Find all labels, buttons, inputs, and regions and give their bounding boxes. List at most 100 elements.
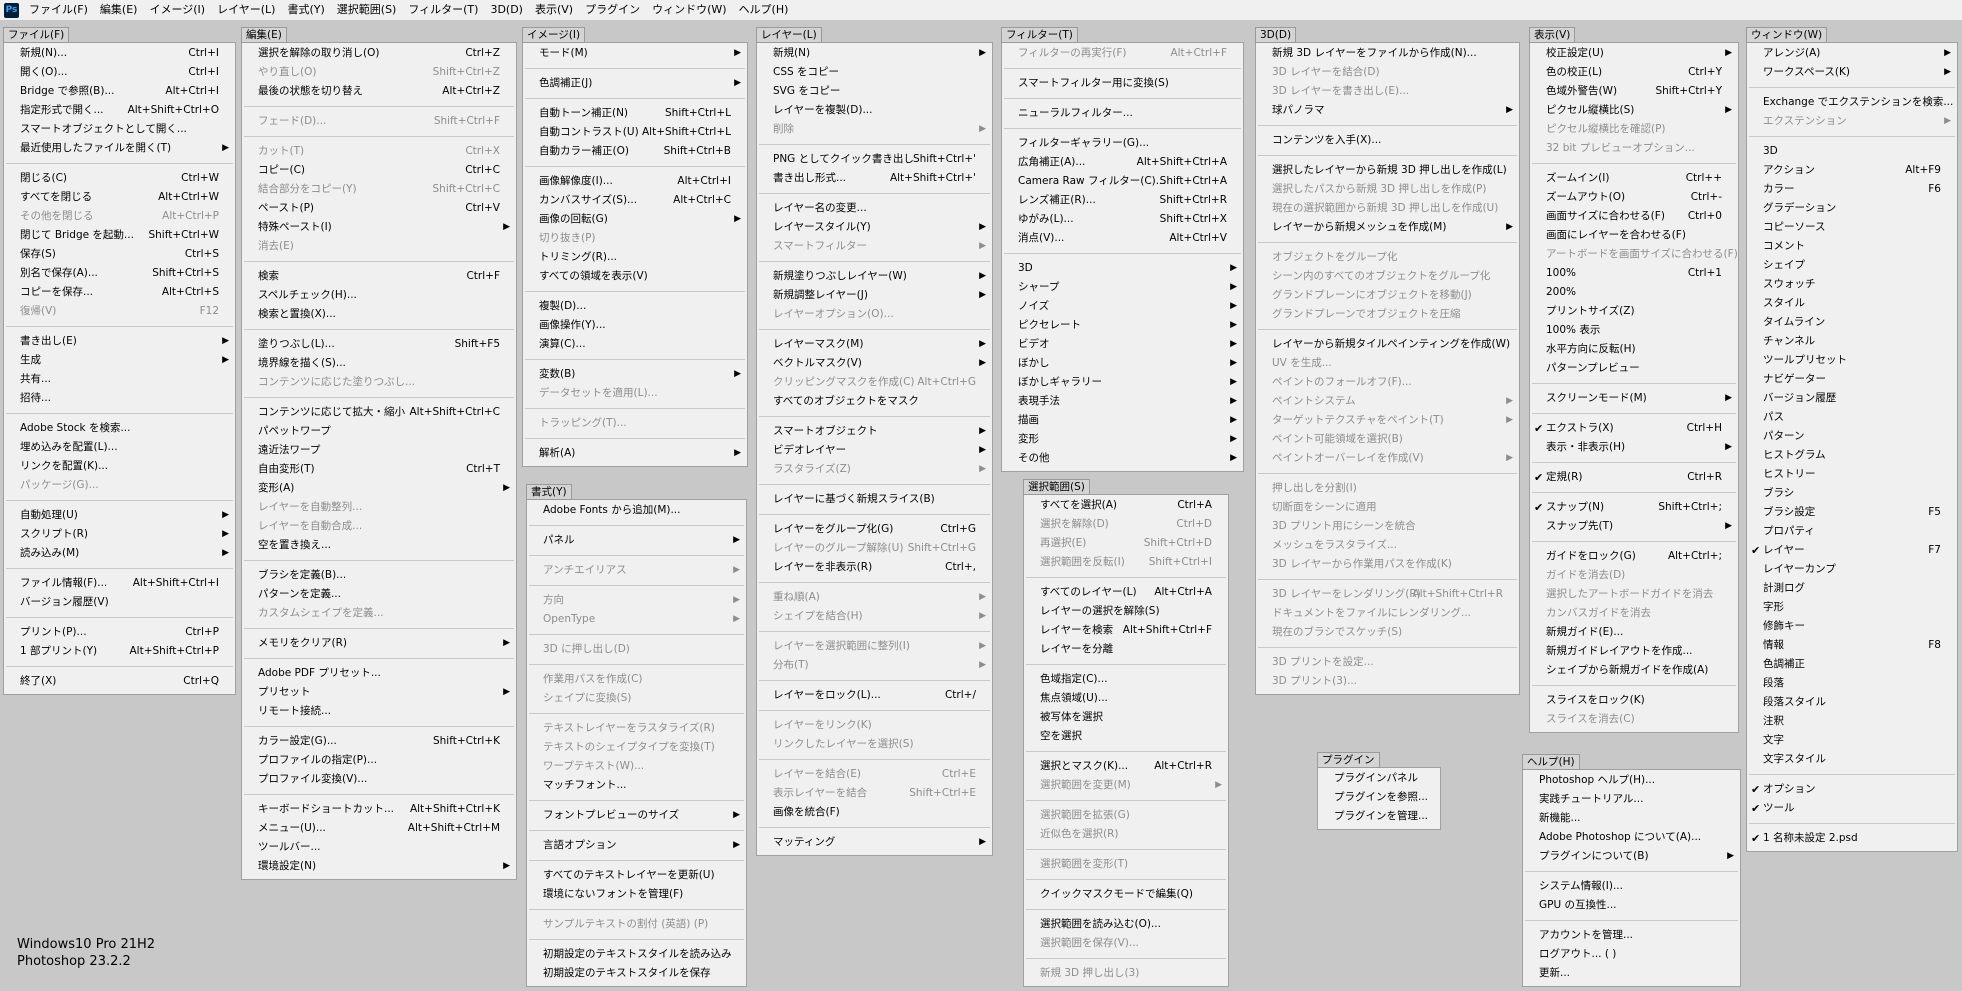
menu-item[interactable]: 新規塗りつぶしレイヤー(W) ▶ bbox=[757, 267, 992, 286]
menu-item[interactable]: プリセット ▶ bbox=[242, 683, 516, 702]
menu-item[interactable]: パペットワープ bbox=[242, 422, 516, 441]
menu-item[interactable]: レイヤーをロック(L)... Ctrl+/ bbox=[757, 686, 992, 705]
menu-item[interactable]: すべての領域を表示(V) bbox=[523, 267, 747, 286]
menu-item[interactable]: グラデーション bbox=[1747, 199, 1957, 218]
menu-item[interactable]: 環境設定(N) ▶ bbox=[242, 857, 516, 876]
menu-title[interactable]: 編集(E) bbox=[241, 27, 287, 43]
menubar-view[interactable]: 表示(V) bbox=[529, 0, 579, 20]
menu-item[interactable]: 選択したレイヤーから新規 3D 押し出しを作成(L) bbox=[1256, 161, 1519, 180]
menubar-filter[interactable]: フィルター(T) bbox=[402, 0, 484, 20]
menu-item[interactable]: 3D ▶ bbox=[1002, 259, 1243, 278]
menu-item[interactable]: ヒストリー bbox=[1747, 465, 1957, 484]
menu-item[interactable]: 共有... bbox=[4, 370, 235, 389]
menu-title[interactable]: 選択範囲(S) bbox=[1023, 479, 1090, 495]
menu-item[interactable]: ピクセル縦横比(S) ▶ bbox=[1530, 101, 1738, 120]
menu-item[interactable]: 表示・非表示(H) ▶ bbox=[1530, 438, 1738, 457]
menu-item[interactable]: バージョン履歴(V) bbox=[4, 593, 235, 612]
menu-item[interactable]: 画像の回転(G) ▶ bbox=[523, 210, 747, 229]
menu-item[interactable]: 塗りつぶし(L)... Shift+F5 bbox=[242, 335, 516, 354]
menu-item[interactable]: パターンプレビュー bbox=[1530, 359, 1738, 378]
menu-item[interactable]: ブラシ bbox=[1747, 484, 1957, 503]
menu-item[interactable]: Adobe PDF プリセット... bbox=[242, 664, 516, 683]
menu-item[interactable]: 埋め込みを配置(L)... bbox=[4, 438, 235, 457]
menu-item[interactable]: レイヤーから新規タイルペインティングを作成(W) bbox=[1256, 335, 1519, 354]
menu-item[interactable]: 実践チュートリアル... bbox=[1523, 790, 1740, 809]
menu-item[interactable]: 閉じて Bridge を起動... Shift+Ctrl+W bbox=[4, 226, 235, 245]
menu-item[interactable]: 空を置き換え... bbox=[242, 536, 516, 555]
menu-item[interactable]: シャープ ▶ bbox=[1002, 278, 1243, 297]
menu-item[interactable]: 更新... bbox=[1523, 964, 1740, 983]
menu-title[interactable]: 3D(D) bbox=[1255, 27, 1297, 43]
menu-item[interactable]: プリントサイズ(Z) bbox=[1530, 302, 1738, 321]
menu-item[interactable]: 新機能... bbox=[1523, 809, 1740, 828]
menu-item[interactable]: ログアウト... ( ) bbox=[1523, 945, 1740, 964]
menu-item[interactable]: 注釈 bbox=[1747, 712, 1957, 731]
menu-item[interactable]: プリント(P)... Ctrl+P bbox=[4, 623, 235, 642]
menu-item[interactable]: 表現手法 ▶ bbox=[1002, 392, 1243, 411]
menu-item[interactable]: カラー F6 bbox=[1747, 180, 1957, 199]
menu-item[interactable]: 色域外警告(W) Shift+Ctrl+Y bbox=[1530, 82, 1738, 101]
menubar-window[interactable]: ウィンドウ(W) bbox=[646, 0, 732, 20]
menu-item[interactable]: 変形(A) ▶ bbox=[242, 479, 516, 498]
menu-item[interactable]: リンクを配置(K)... bbox=[4, 457, 235, 476]
menu-item[interactable]: マッチフォント... bbox=[527, 776, 746, 795]
menubar-help[interactable]: ヘルプ(H) bbox=[733, 0, 795, 20]
menu-item[interactable]: 初期設定のテキストスタイルを読み込み bbox=[527, 945, 746, 964]
menu-item[interactable]: フィルターギャラリー(G)... bbox=[1002, 134, 1243, 153]
menu-item[interactable]: プラグインを管理... bbox=[1318, 807, 1440, 826]
menu-item[interactable]: ペースト(P) Ctrl+V bbox=[242, 199, 516, 218]
menu-item[interactable]: 解析(A) ▶ bbox=[523, 444, 747, 463]
menu-item[interactable]: Camera Raw フィルター(C)... Shift+Ctrl+A bbox=[1002, 172, 1243, 191]
menu-item[interactable]: パターンを定義... bbox=[242, 585, 516, 604]
menu-item[interactable]: 色の校正(L) Ctrl+Y bbox=[1530, 63, 1738, 82]
menu-item[interactable]: 3D bbox=[1747, 142, 1957, 161]
menu-item[interactable]: PNG としてクイック書き出し Shift+Ctrl+' bbox=[757, 150, 992, 169]
menu-item[interactable]: ピクセレート ▶ bbox=[1002, 316, 1243, 335]
menu-item[interactable]: 招待... bbox=[4, 389, 235, 408]
menu-item[interactable]: 文字 bbox=[1747, 731, 1957, 750]
menu-item[interactable]: Bridge で参照(B)... Alt+Ctrl+I bbox=[4, 82, 235, 101]
menu-item[interactable]: 指定形式で開く... Alt+Shift+Ctrl+O bbox=[4, 101, 235, 120]
menu-item[interactable]: ✔ レイヤー F7 bbox=[1747, 541, 1957, 560]
menu-item[interactable]: 色調補正(J) ▶ bbox=[523, 74, 747, 93]
menu-item[interactable]: コピーソース bbox=[1747, 218, 1957, 237]
menu-item[interactable]: プロファイルの指定(P)... bbox=[242, 751, 516, 770]
menu-item[interactable]: リモート接続... bbox=[242, 702, 516, 721]
menu-item[interactable]: すべてのレイヤー(L) Alt+Ctrl+A bbox=[1024, 583, 1228, 602]
menu-item[interactable]: トリミング(R)... bbox=[523, 248, 747, 267]
menu-item[interactable]: すべてのオブジェクトをマスク bbox=[757, 392, 992, 411]
menu-item[interactable]: コンテンツに応じて拡大・縮小 Alt+Shift+Ctrl+C bbox=[242, 403, 516, 422]
menu-item[interactable]: 色域指定(C)... bbox=[1024, 670, 1228, 689]
menu-item[interactable]: ✔ エクストラ(X) Ctrl+H bbox=[1530, 419, 1738, 438]
menu-item[interactable]: スクリプト(R) ▶ bbox=[4, 525, 235, 544]
menu-item[interactable]: 100% 表示 bbox=[1530, 321, 1738, 340]
menu-item[interactable]: ガイドをロック(G) Alt+Ctrl+; bbox=[1530, 547, 1738, 566]
menu-item[interactable]: すべてを選択(A) Ctrl+A bbox=[1024, 496, 1228, 515]
menu-item[interactable]: ✔ ツール bbox=[1747, 799, 1957, 818]
menu-item[interactable]: 書き出し形式... Alt+Shift+Ctrl+' bbox=[757, 169, 992, 188]
menu-item[interactable]: 球パノラマ ▶ bbox=[1256, 101, 1519, 120]
menubar-select[interactable]: 選択範囲(S) bbox=[331, 0, 403, 20]
menu-item[interactable]: レイヤーから新規メッシュを作成(M) ▶ bbox=[1256, 218, 1519, 237]
menu-item[interactable]: 情報 F8 bbox=[1747, 636, 1957, 655]
menu-title[interactable]: プラグイン bbox=[1317, 752, 1380, 768]
menu-item[interactable]: 被写体を選択 bbox=[1024, 708, 1228, 727]
menu-item[interactable]: ツールプリセット bbox=[1747, 351, 1957, 370]
menu-item[interactable]: 生成 ▶ bbox=[4, 351, 235, 370]
menu-item[interactable]: 画像操作(Y)... bbox=[523, 316, 747, 335]
menu-item[interactable]: 最後の状態を切り替え Alt+Ctrl+Z bbox=[242, 82, 516, 101]
menu-item[interactable]: ✔ 1 名称未設定 2.psd bbox=[1747, 829, 1957, 848]
menu-item[interactable]: ビデオレイヤー ▶ bbox=[757, 441, 992, 460]
menu-item[interactable]: スクリーンモード(M) ▶ bbox=[1530, 389, 1738, 408]
menu-item[interactable]: アカウントを管理... bbox=[1523, 926, 1740, 945]
menu-title[interactable]: フィルター(T) bbox=[1001, 27, 1078, 43]
menu-item[interactable]: カラー設定(G)... Shift+Ctrl+K bbox=[242, 732, 516, 751]
menu-item[interactable]: 空を選択 bbox=[1024, 727, 1228, 746]
menu-item[interactable]: レイヤーに基づく新規スライス(B) bbox=[757, 490, 992, 509]
menu-item[interactable]: すべてを閉じる Alt+Ctrl+W bbox=[4, 188, 235, 207]
menu-item[interactable]: 終了(X) Ctrl+Q bbox=[4, 672, 235, 691]
menu-item[interactable]: プラグインパネル bbox=[1318, 769, 1440, 788]
menu-item[interactable]: 特殊ペースト(I) ▶ bbox=[242, 218, 516, 237]
menu-item[interactable]: 閉じる(C) Ctrl+W bbox=[4, 169, 235, 188]
menu-item[interactable]: 新規 3D レイヤーをファイルから作成(N)... bbox=[1256, 44, 1519, 63]
